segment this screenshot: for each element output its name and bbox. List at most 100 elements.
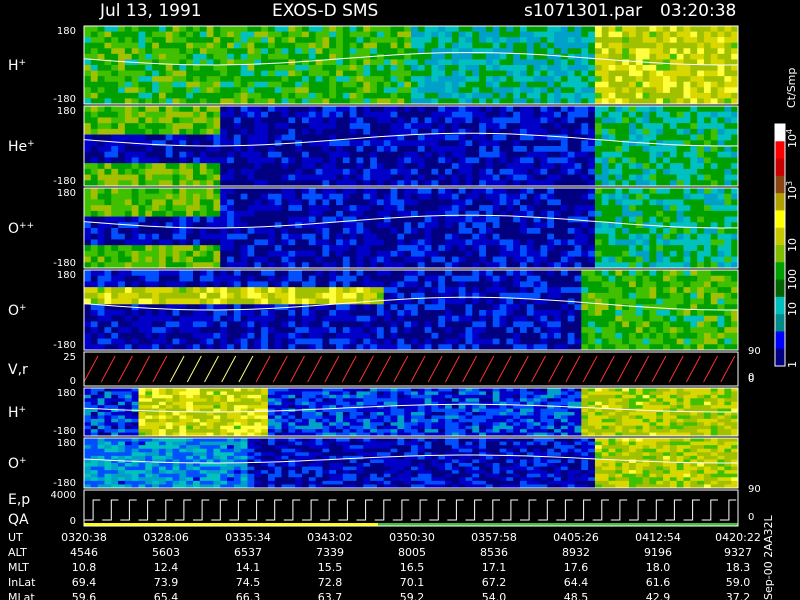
heatmap-cell — [158, 298, 167, 305]
heatmap-cell — [172, 292, 180, 299]
heatmap-cell — [472, 70, 480, 77]
heatmap-cell — [165, 256, 173, 263]
heatmap-cell — [485, 332, 494, 339]
heatmap-cell — [649, 134, 657, 141]
heatmap-cell — [288, 42, 296, 49]
heatmap-cell — [322, 245, 330, 252]
heatmap-cell — [172, 174, 180, 181]
heatmap-cell — [642, 168, 650, 175]
heatmap-cell — [683, 76, 691, 83]
heatmap-cell — [158, 281, 167, 288]
heatmap-cell — [342, 92, 351, 99]
heatmap-cell — [656, 157, 664, 164]
heatmap-cell — [220, 344, 228, 351]
heatmap-cell — [417, 298, 426, 305]
heatmap-cell — [690, 76, 698, 83]
heatmap-cell — [526, 239, 535, 246]
heatmap-cell — [622, 128, 630, 135]
heatmap-cell — [118, 117, 126, 124]
heatmap-cell — [431, 70, 439, 77]
heatmap-cell — [383, 111, 391, 118]
heatmap-cell — [172, 26, 180, 32]
heatmap-cell — [465, 146, 473, 153]
heatmap-cell — [152, 270, 160, 277]
heatmap-cell — [97, 256, 105, 263]
heatmap-cell — [227, 174, 235, 181]
heatmap-cell — [472, 31, 480, 38]
heatmap-cell — [315, 256, 323, 263]
heatmap-cell — [206, 298, 214, 305]
heatmap-cell — [179, 65, 187, 71]
heatmap-cell — [111, 250, 119, 257]
heatmap-cell — [206, 287, 214, 294]
heatmap-cell — [690, 48, 698, 55]
heatmap-cell — [370, 327, 378, 334]
heatmap-cell — [533, 250, 541, 257]
heatmap-cell — [213, 42, 221, 49]
heatmap-cell — [445, 332, 453, 339]
heatmap-cell — [581, 59, 589, 66]
heatmap-cell — [663, 42, 671, 49]
heatmap-cell — [118, 42, 126, 49]
heatmap-cell — [697, 53, 705, 60]
heatmap-cell — [683, 48, 691, 55]
heatmap-cell — [506, 250, 514, 257]
heatmap-cell — [302, 210, 310, 217]
heatmap-cell — [513, 270, 521, 277]
heatmap-cell — [329, 157, 337, 164]
heatmap-cell — [152, 26, 160, 32]
heatmap-cell — [608, 163, 616, 170]
heatmap-cell — [172, 193, 180, 200]
heatmap-cell — [404, 111, 412, 118]
heatmap-cell — [485, 111, 494, 118]
heatmap-cell — [424, 65, 432, 71]
heatmap-cell — [302, 168, 310, 175]
heatmap-cell — [574, 140, 582, 147]
heatmap-cell — [710, 210, 718, 217]
heatmap-cell — [479, 233, 487, 240]
heatmap-cell — [520, 199, 528, 206]
heatmap-cell — [574, 48, 582, 55]
heatmap-cell — [485, 168, 494, 175]
heatmap-cell — [669, 117, 678, 124]
heatmap-cell — [431, 37, 439, 44]
heatmap-cell — [193, 205, 201, 212]
heatmap-cell — [676, 48, 684, 55]
heatmap-cell — [656, 245, 664, 252]
heatmap-cell — [261, 117, 269, 124]
heatmap-cell — [731, 146, 739, 153]
heatmap-cell — [724, 70, 732, 77]
heatmap-cell — [213, 250, 221, 257]
heatmap-cell — [342, 222, 351, 229]
heatmap-cell — [615, 146, 623, 153]
heatmap-cell — [445, 123, 453, 130]
heatmap-cell — [186, 275, 194, 282]
heatmap-cell — [656, 123, 664, 130]
heatmap-cell — [288, 81, 296, 88]
heatmap-cell — [540, 111, 548, 118]
heatmap-cell — [731, 151, 739, 158]
heatmap-cell — [663, 48, 671, 55]
heatmap-cell — [281, 31, 289, 38]
heatmap-cell — [281, 233, 289, 240]
heatmap-cell — [104, 134, 112, 141]
heatmap-cell — [560, 233, 569, 240]
heatmap-cell — [322, 37, 330, 44]
heatmap-cell — [588, 37, 596, 44]
heatmap-cell — [458, 250, 466, 257]
heatmap-cell — [193, 92, 201, 99]
heatmap-cell — [84, 210, 92, 217]
heatmap-cell — [649, 128, 657, 135]
heatmap-cell — [594, 117, 603, 124]
heatmap-cell — [274, 233, 282, 240]
heatmap-cell — [281, 344, 289, 351]
heatmap-cell — [390, 292, 398, 299]
heatmap-cell — [206, 180, 214, 187]
heatmap-cell — [567, 151, 575, 158]
heatmap-cell — [329, 233, 337, 240]
heatmap-cell — [145, 42, 153, 49]
heatmap-cell — [138, 199, 146, 206]
heatmap-cell — [458, 117, 466, 124]
heatmap-cell — [431, 42, 439, 49]
heatmap-cell — [731, 250, 739, 257]
